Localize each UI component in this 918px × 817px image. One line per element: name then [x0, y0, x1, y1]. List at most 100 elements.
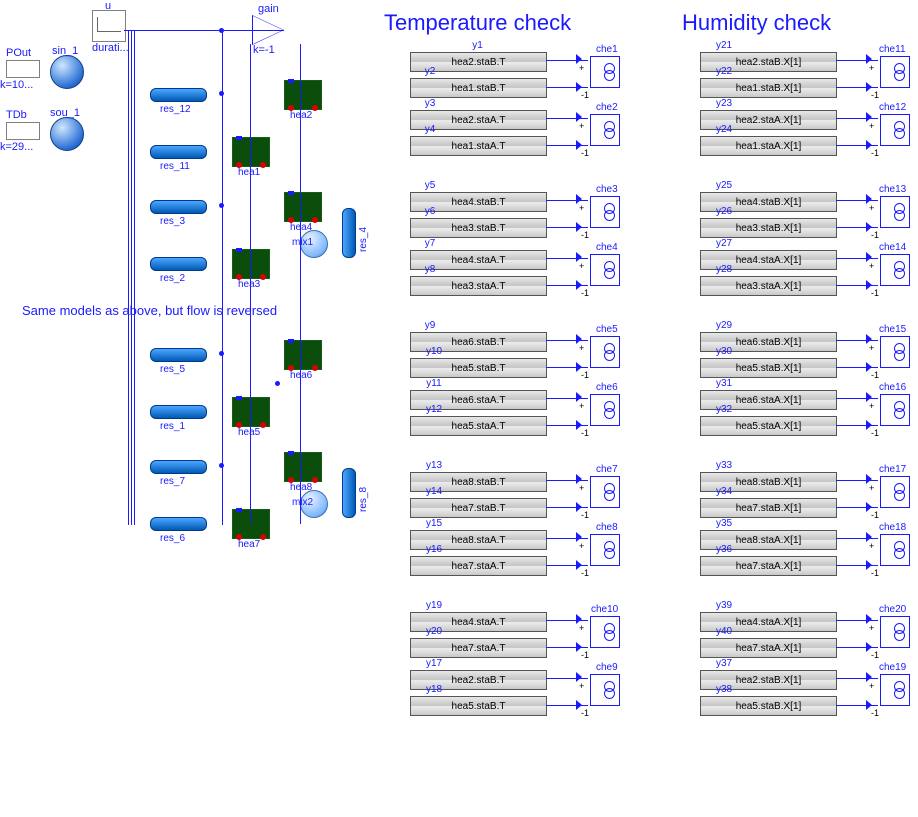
rexp-y28[interactable]: hea3.staA.X[1]: [700, 276, 837, 296]
block-res1[interactable]: [150, 405, 207, 419]
block-hea2[interactable]: [284, 80, 322, 110]
rexp-y36[interactable]: hea7.staA.X[1]: [700, 556, 837, 576]
chk-che1[interactable]: [590, 56, 620, 88]
rexp-y32[interactable]: hea5.staA.X[1]: [700, 416, 837, 436]
rexp-y30[interactable]: hea5.staB.X[1]: [700, 358, 837, 378]
rexp-y18[interactable]: hea5.staB.T: [410, 696, 547, 716]
chk-che8[interactable]: [590, 534, 620, 566]
block-hea5[interactable]: [232, 397, 270, 427]
wire: [546, 285, 588, 286]
wire: [546, 60, 588, 61]
pm: +: [579, 623, 584, 633]
rexp-y6[interactable]: hea3.staB.T: [410, 218, 547, 238]
lbl-y8: y8: [410, 264, 450, 275]
rexp-y40[interactable]: hea7.staA.X[1]: [700, 638, 837, 658]
label-gain-sub: k=-1: [253, 44, 275, 56]
wire: [836, 705, 878, 706]
block-hea8[interactable]: [284, 452, 322, 482]
lbl-y37: y37: [700, 658, 748, 669]
wire: [546, 87, 588, 88]
block-res11[interactable]: [150, 145, 207, 159]
rexp-y12[interactable]: hea5.staA.T: [410, 416, 547, 436]
chk-che10[interactable]: [590, 616, 620, 648]
block-res3[interactable]: [150, 200, 207, 214]
rexp-y4[interactable]: hea1.staA.T: [410, 136, 547, 156]
block-res4[interactable]: [342, 208, 356, 258]
chk-che9[interactable]: [590, 674, 620, 706]
block-tdb[interactable]: [6, 122, 40, 140]
block-u[interactable]: [92, 10, 126, 42]
block-sou1[interactable]: [50, 117, 84, 151]
chk-che19[interactable]: [880, 674, 910, 706]
rexp-y10[interactable]: hea5.staB.T: [410, 358, 547, 378]
wire: [546, 705, 588, 706]
chk-che11[interactable]: [880, 56, 910, 88]
lbl-y5: y5: [410, 180, 450, 191]
rexp-y16[interactable]: hea7.staA.T: [410, 556, 547, 576]
pm: +: [869, 121, 874, 131]
lbl-che19: che19: [879, 662, 906, 673]
block-res2[interactable]: [150, 257, 207, 271]
block-hea7[interactable]: [232, 509, 270, 539]
block-res8[interactable]: [342, 468, 356, 518]
rexp-y38[interactable]: hea5.staB.X[1]: [700, 696, 837, 716]
label-tdb-sub: k=29...: [0, 141, 33, 153]
wire: [836, 620, 878, 621]
block-pout[interactable]: [6, 60, 40, 78]
rexp-y8[interactable]: hea3.staA.T: [410, 276, 547, 296]
rexp-y26[interactable]: hea3.staB.X[1]: [700, 218, 837, 238]
lbl-y24: y24: [700, 124, 748, 135]
wire: [836, 480, 878, 481]
pm: -1: [871, 90, 879, 100]
lbl-y4: y4: [410, 124, 450, 135]
chk-che12[interactable]: [880, 114, 910, 146]
wire: [546, 258, 588, 259]
wire: [836, 425, 878, 426]
rexp-y14[interactable]: hea7.staB.T: [410, 498, 547, 518]
chk-che2[interactable]: [590, 114, 620, 146]
lbl-che7: che7: [596, 464, 618, 475]
rexp-y2[interactable]: hea1.staB.T: [410, 78, 547, 98]
block-hea3[interactable]: [232, 249, 270, 279]
heading-humid: Humidity check: [682, 10, 831, 36]
block-hea6[interactable]: [284, 340, 322, 370]
wire: [131, 30, 132, 525]
block-hea4[interactable]: [284, 192, 322, 222]
lbl-y3: y3: [410, 98, 450, 109]
node: [219, 351, 224, 356]
chk-che16[interactable]: [880, 394, 910, 426]
lbl-y7: y7: [410, 238, 450, 249]
rexp-y22[interactable]: hea1.staB.X[1]: [700, 78, 837, 98]
rexp-y34[interactable]: hea7.staB.X[1]: [700, 498, 837, 518]
chk-che15[interactable]: [880, 336, 910, 368]
wire: [546, 367, 588, 368]
pm: -1: [581, 230, 589, 240]
pm: -1: [581, 428, 589, 438]
label-hea6: hea6: [290, 370, 312, 381]
chk-che6[interactable]: [590, 394, 620, 426]
rexp-y24[interactable]: hea1.staA.X[1]: [700, 136, 837, 156]
chk-che5[interactable]: [590, 336, 620, 368]
chk-che20[interactable]: [880, 616, 910, 648]
chk-che17[interactable]: [880, 476, 910, 508]
lbl-y6: y6: [410, 206, 450, 217]
chk-che14[interactable]: [880, 254, 910, 286]
block-res7[interactable]: [150, 460, 207, 474]
chk-che3[interactable]: [590, 196, 620, 228]
lbl-che3: che3: [596, 184, 618, 195]
block-hea1[interactable]: [232, 137, 270, 167]
block-res6[interactable]: [150, 517, 207, 531]
block-sin1[interactable]: [50, 55, 84, 89]
chk-che18[interactable]: [880, 534, 910, 566]
label-pout-sub: k=10...: [0, 79, 33, 91]
label-pout: POut: [6, 47, 31, 59]
lbl-che11: che11: [879, 44, 906, 55]
chk-che4[interactable]: [590, 254, 620, 286]
label-hea2: hea2: [290, 110, 312, 121]
block-res12[interactable]: [150, 88, 207, 102]
lbl-y16: y16: [410, 544, 458, 555]
chk-che13[interactable]: [880, 196, 910, 228]
block-res5[interactable]: [150, 348, 207, 362]
chk-che7[interactable]: [590, 476, 620, 508]
rexp-y20[interactable]: hea7.staA.T: [410, 638, 547, 658]
